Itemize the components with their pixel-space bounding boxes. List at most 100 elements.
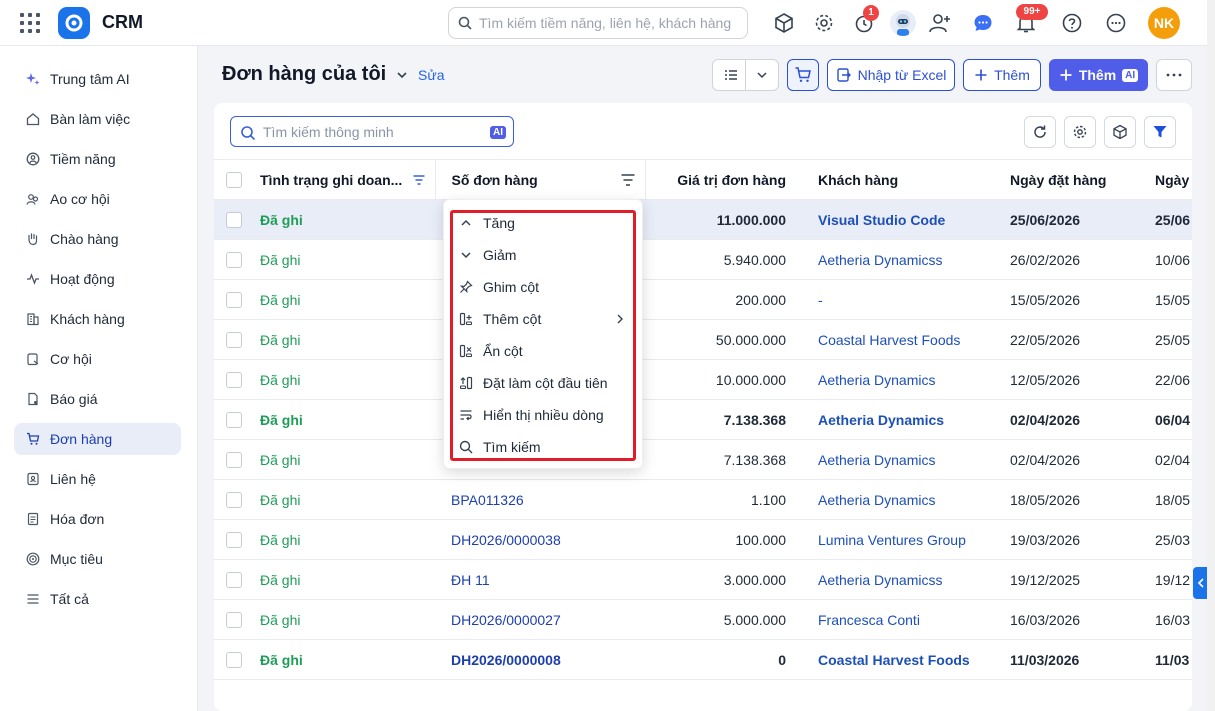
customer-link[interactable]: -	[802, 279, 994, 320]
menu-item-set-first-column[interactable]: Đặt làm cột đầu tiên	[459, 372, 629, 394]
add-button[interactable]: Thêm	[963, 59, 1041, 91]
customer-link[interactable]: Coastal Harvest Foods	[802, 639, 994, 680]
sidebar-item-all[interactable]: Tất cả	[14, 583, 181, 615]
row-select-cell[interactable]	[214, 559, 250, 600]
column-header-customer[interactable]: Khách hàng	[802, 159, 994, 200]
table-row[interactable]: Đã ghi 200.000-15/05/2026 15/05	[214, 279, 1192, 320]
row-checkbox[interactable]	[226, 612, 242, 629]
customer-link[interactable]: Aetheria Dynamicss	[802, 239, 994, 280]
table-row[interactable]: Đã ghi 10.000.000 Aetheria Dynamics 12/05/2…	[214, 359, 1192, 400]
add-with-ai-button[interactable]: Thêm AI	[1049, 59, 1148, 91]
table-row[interactable]: Đã ghi DH2026/0000027 5.000.000 Francesca C…	[214, 599, 1192, 640]
row-select-cell[interactable]	[214, 599, 250, 640]
row-checkbox[interactable]	[226, 412, 242, 429]
order-number-link[interactable]: BPA011326	[435, 479, 645, 520]
table-row[interactable]: Đã ghi 7.138.368 Aetheria Dynamics 02/04/20…	[214, 399, 1192, 440]
order-number-link[interactable]: ĐH 11	[435, 559, 645, 600]
sidebar-item-contacts[interactable]: Liên hệ	[14, 463, 181, 495]
row-checkbox[interactable]	[226, 332, 242, 349]
gear-icon[interactable]	[811, 10, 837, 36]
box-button[interactable]	[1104, 116, 1136, 148]
view-options-dropdown[interactable]	[745, 59, 779, 91]
menu-item-add-column[interactable]: Thêm cột	[459, 308, 629, 330]
customer-link[interactable]: Aetheria Dynamicss	[802, 559, 994, 600]
row-select-cell[interactable]	[214, 239, 250, 280]
sidebar-item-quotes[interactable]: Báo giá	[14, 383, 181, 415]
sidebar-item-workspace[interactable]: Bàn làm việc	[14, 103, 181, 135]
column-header-order-value[interactable]: Giá trị đơn hàng	[645, 159, 802, 200]
row-select-cell[interactable]	[214, 439, 250, 480]
table-row[interactable]: Đã ghi DH2026/0000008 0 Coastal Harvest Foo…	[214, 639, 1192, 680]
sidebar-item-activities[interactable]: Hoạt động	[14, 263, 181, 295]
table-row[interactable]: Đã ghi 11.000.000 Visual Studio Code 25/06/…	[214, 199, 1192, 240]
chat-icon[interactable]	[970, 10, 996, 36]
sidebar-item-offers[interactable]: Chào hàng	[14, 223, 181, 255]
row-select-cell[interactable]	[214, 479, 250, 520]
customer-link[interactable]: Francesca Conti	[802, 599, 994, 640]
table-row[interactable]: Đã ghi 5.940.000 Aetheria Dynamicss 26/02/2…	[214, 239, 1192, 280]
row-select-cell[interactable]	[214, 639, 250, 680]
filter-button[interactable]	[1144, 116, 1176, 148]
help-icon[interactable]	[1059, 10, 1085, 36]
cube-settings-icon[interactable]	[771, 10, 797, 36]
more-actions-button[interactable]	[1156, 59, 1192, 91]
sidebar-item-invoices[interactable]: Hóa đơn	[14, 503, 181, 535]
global-search[interactable]	[448, 7, 748, 39]
select-all-cell[interactable]	[214, 159, 250, 200]
column-header-status[interactable]: Tình trạng ghi doan...	[250, 159, 436, 200]
row-checkbox[interactable]	[226, 652, 242, 669]
row-checkbox[interactable]	[226, 292, 242, 309]
customer-link[interactable]: Coastal Harvest Foods	[802, 319, 994, 360]
table-row[interactable]: Đã ghi 50.000.000 Coastal Harvest Foods 22/…	[214, 319, 1192, 360]
order-number-link[interactable]: DH2026/0000027	[435, 599, 645, 640]
order-cart-button[interactable]	[787, 59, 819, 91]
apps-grid-icon[interactable]	[20, 13, 40, 33]
user-avatar[interactable]: NK	[1148, 7, 1180, 39]
column-header-order-date[interactable]: Ngày đặt hàng	[994, 159, 1139, 200]
table-row[interactable]: Đã ghi ĐH 11 3.000.000 Aetheria Dynamicss 19…	[214, 559, 1192, 600]
ai-assistant-avatar[interactable]	[890, 10, 916, 36]
edit-view-link[interactable]: Sửa	[418, 67, 445, 83]
customer-link[interactable]: Aetheria Dynamics	[802, 359, 994, 400]
menu-item-sort-ascending[interactable]: Tăng	[459, 212, 629, 234]
row-checkbox[interactable]	[226, 212, 242, 229]
row-select-cell[interactable]	[214, 399, 250, 440]
sidebar-item-leads[interactable]: Tiềm năng	[14, 143, 181, 175]
sidebar-item-goals[interactable]: Mục tiêu	[14, 543, 181, 575]
column-header-order-number[interactable]: Số đơn hàng	[435, 159, 646, 200]
customer-link[interactable]: Visual Studio Code	[802, 199, 994, 240]
chevron-down-icon[interactable]	[396, 69, 408, 81]
more-icon[interactable]	[1103, 10, 1129, 36]
customer-link[interactable]: Lumina Ventures Group	[802, 519, 994, 560]
row-select-cell[interactable]	[214, 279, 250, 320]
customer-link[interactable]: Aetheria Dynamics	[802, 479, 994, 520]
table-row[interactable]: Đã ghi BPA011326 1.100 Aetheria Dynamics 18/…	[214, 479, 1192, 520]
sidebar-item-customers[interactable]: Khách hàng	[14, 303, 181, 335]
refresh-button[interactable]	[1024, 116, 1056, 148]
table-row[interactable]: Đã ghi 7.138.368 Aetheria Dynamics 02/04/20…	[214, 439, 1192, 480]
add-user-icon[interactable]	[927, 10, 953, 36]
order-number-link[interactable]: DH2026/0000008	[435, 639, 645, 680]
row-checkbox[interactable]	[226, 572, 242, 589]
row-checkbox[interactable]	[226, 532, 242, 549]
column-filter-icon[interactable]	[413, 175, 425, 185]
row-select-cell[interactable]	[214, 319, 250, 360]
row-checkbox[interactable]	[226, 492, 242, 509]
smart-search-input[interactable]	[263, 122, 483, 142]
customer-link[interactable]: Aetheria Dynamics	[802, 439, 994, 480]
menu-item-sort-descending[interactable]: Giảm	[459, 244, 629, 266]
row-select-cell[interactable]	[214, 199, 250, 240]
row-select-cell[interactable]	[214, 519, 250, 560]
page-scrollbar[interactable]	[1207, 0, 1215, 711]
row-checkbox[interactable]	[226, 372, 242, 389]
select-all-checkbox[interactable]	[226, 172, 242, 189]
menu-item-hide-column[interactable]: Ẩn cột	[459, 340, 629, 362]
smart-search[interactable]: AI	[230, 116, 514, 147]
sidebar-item-opportunities[interactable]: Cơ hội	[14, 343, 181, 375]
menu-item-pin-column[interactable]: Ghim cột	[459, 276, 629, 298]
column-menu-icon[interactable]	[621, 174, 635, 186]
sidebar-item-orders[interactable]: Đơn hàng	[14, 423, 181, 455]
table-row[interactable]: Đã ghi DH2026/0000038 100.000 Lumina Ventur…	[214, 519, 1192, 560]
row-select-cell[interactable]	[214, 359, 250, 400]
menu-item-search[interactable]: Tìm kiếm	[459, 436, 629, 458]
